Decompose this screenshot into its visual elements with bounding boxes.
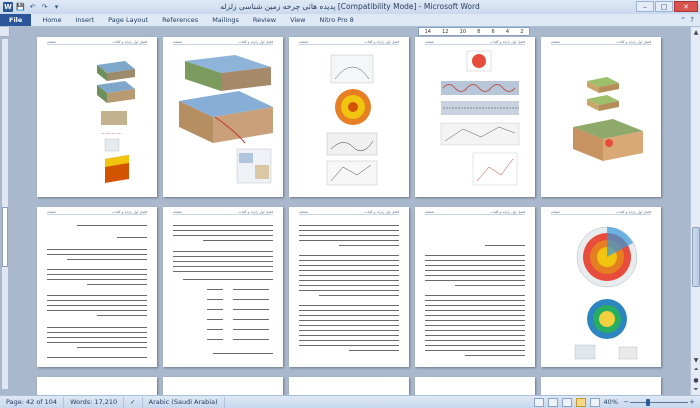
page-thumbnail[interactable] — [289, 377, 409, 395]
horizontal-ruler[interactable]: 14 12 10 8 6 4 2 — [418, 27, 530, 36]
tab-view[interactable]: View — [283, 14, 312, 26]
window-title: پدیده هائی چرخه زمین شناسی زلزله [Compat… — [220, 2, 480, 11]
ruler-corner[interactable] — [0, 27, 10, 37]
ruler-tick: 12 — [442, 28, 449, 35]
page-thumbnail[interactable]: فصل اول زلزله و کلیات صفحه — [289, 37, 409, 197]
close-button[interactable]: ✕ — [674, 1, 698, 12]
undo-icon[interactable]: ↶ — [28, 3, 37, 12]
tab-mailings[interactable]: Mailings — [205, 14, 246, 26]
draft-view-button[interactable] — [589, 397, 600, 407]
document-workspace[interactable]: 14 12 10 8 6 4 2 فصل اول زلزله و کلیات ص… — [0, 27, 700, 395]
previous-page-icon[interactable]: ⏶ — [691, 365, 700, 375]
word-count-status[interactable]: Words: 17,210 — [64, 396, 125, 408]
save-icon[interactable]: 💾 — [16, 3, 25, 12]
minimize-ribbon-icon[interactable]: ⌃ — [680, 16, 686, 24]
page-thumbnail[interactable] — [541, 377, 661, 395]
fault-blocks-figure — [573, 77, 643, 161]
tab-insert[interactable]: Insert — [69, 14, 102, 26]
page-thumbnail[interactable]: فصل اول زلزله و کلیات صفحه — [415, 207, 535, 367]
vertical-scrollbar[interactable]: ▲ ▼ ⏶ ● ⏷ — [690, 27, 700, 395]
zoom-slider[interactable]: − + — [622, 398, 696, 407]
print-layout-view-button[interactable] — [533, 397, 544, 407]
tab-page-layout[interactable]: Page Layout — [101, 14, 155, 26]
customize-qat-icon[interactable]: ▾ — [52, 3, 61, 12]
tab-home[interactable]: Home — [35, 14, 68, 26]
page-thumbnail[interactable] — [415, 377, 535, 395]
redo-icon[interactable]: ↷ — [40, 3, 49, 12]
window-controls: – □ ✕ — [636, 1, 698, 12]
ruler-tick: 2 — [520, 28, 524, 35]
page-thumbnail[interactable]: فصل اول زلزله و کلیات صفحه — — — — — [37, 37, 157, 197]
page-thumbnail[interactable]: فصل اول زلزله و کلیات صفحه — [289, 207, 409, 367]
ruler-tick: 14 — [424, 28, 431, 35]
page-thumbnail[interactable]: فصل اول زلزله و کلیات صفحه — [163, 37, 283, 197]
page-thumbnail[interactable]: فصل اول زلزله و کلیات صفحه — [541, 207, 661, 367]
seismic-waves-figure — [440, 50, 520, 186]
tab-file[interactable]: File — [0, 14, 32, 26]
tab-nitro-pro[interactable]: Nitro Pro 8 — [313, 14, 361, 26]
full-screen-reading-view-button[interactable] — [547, 397, 558, 407]
vertical-ruler[interactable] — [2, 39, 8, 389]
tab-references[interactable]: References — [155, 14, 205, 26]
ruler-tick: 6 — [491, 28, 495, 35]
earth-interior-diagram — [574, 226, 638, 360]
quick-access-toolbar: W 💾 ↶ ↷ ▾ — [0, 2, 61, 12]
scrollbar-thumb[interactable] — [692, 227, 700, 287]
language-status[interactable]: Arabic (Saudi Arabia) — [143, 396, 225, 408]
proofing-icon[interactable]: ✓ — [124, 396, 143, 408]
help-icon[interactable]: ? — [690, 16, 694, 24]
status-bar: Page: 42 of 104 Words: 17,210 ✓ Arabic (… — [0, 395, 700, 408]
ruler-tick: 10 — [459, 28, 467, 35]
page-thumbnail[interactable]: فصل اول زلزله و کلیات صفحه — [37, 207, 157, 367]
scroll-down-icon[interactable]: ▼ — [691, 355, 700, 365]
zoom-level[interactable]: 40% — [604, 398, 618, 406]
vertical-ruler-page-mark — [2, 207, 8, 267]
zoom-slider-knob[interactable] — [646, 398, 651, 406]
tab-review[interactable]: Review — [246, 14, 283, 26]
page-thumbnail[interactable]: فصل اول زلزله و کلیات صفحه — [415, 37, 535, 197]
title-bar: W 💾 ↶ ↷ ▾ پدیده هائی چرخه زمین شناسی زلز… — [0, 0, 700, 14]
svg-text:— — — —: — — — — — [101, 131, 121, 136]
ribbon-right-controls: ⌃ ? — [680, 14, 700, 26]
ruler-tick: 4 — [505, 28, 510, 35]
next-page-icon[interactable]: ⏷ — [691, 385, 700, 395]
maximize-button[interactable]: □ — [655, 1, 673, 12]
page-thumbnail[interactable] — [37, 377, 157, 395]
page-count-status[interactable]: Page: 42 of 104 — [0, 396, 65, 408]
page-thumbnail[interactable]: فصل اول زلزله و کلیات صفحه — [541, 37, 661, 197]
browse-object-icon[interactable]: ● — [691, 375, 700, 385]
tectonic-plates-figure — [179, 55, 273, 184]
zoom-out-button[interactable]: − — [622, 398, 630, 407]
scroll-up-icon[interactable]: ▲ — [691, 27, 700, 37]
status-right-controls: 40% − + — [533, 397, 700, 407]
earth-layers-figure: — — — — — [97, 61, 135, 183]
minimize-button[interactable]: – — [636, 1, 654, 12]
web-layout-view-button[interactable] — [561, 397, 572, 407]
word-app-icon[interactable]: W — [3, 2, 13, 12]
ribbon-tabs: File Home Insert Page Layout References … — [0, 14, 700, 27]
ruler-tick: 8 — [477, 28, 481, 35]
earth-cross-section-figure — [326, 54, 378, 186]
outline-view-button[interactable] — [575, 397, 586, 407]
page-thumbnail[interactable]: فصل اول زلزله و کلیات صفحه — [163, 207, 283, 367]
page-thumbnail[interactable] — [163, 377, 283, 395]
zoom-in-button[interactable]: + — [688, 398, 696, 407]
